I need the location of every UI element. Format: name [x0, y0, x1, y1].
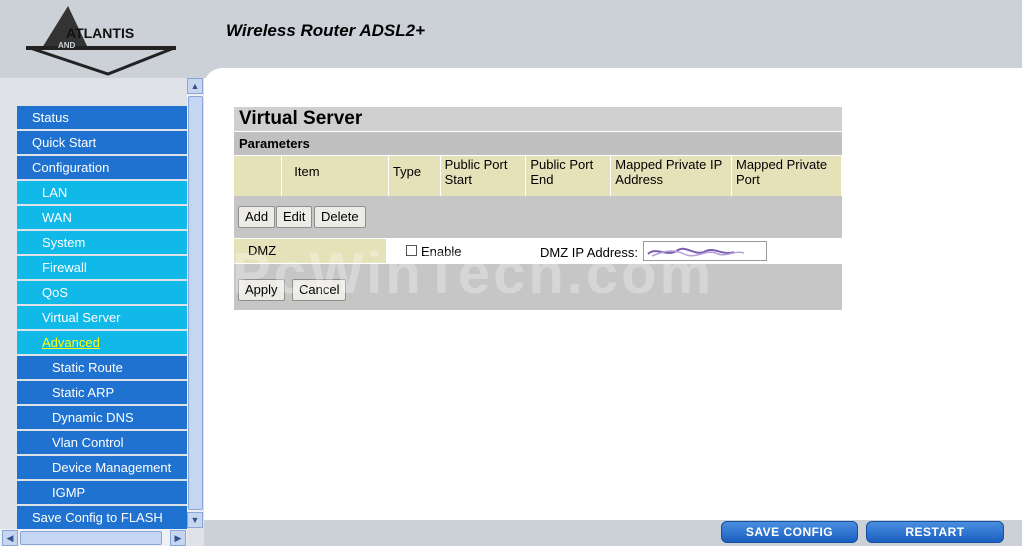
- sidebar-item-status[interactable]: Status: [17, 106, 187, 129]
- virtual-server-table: Item Type Public Port Start Public Port End…: [234, 156, 842, 196]
- sidebar-item-virtual-server[interactable]: Virtual Server: [17, 306, 187, 329]
- scroll-left-arrow-icon[interactable]: ◀: [2, 530, 18, 546]
- sidebar-item-quick-start[interactable]: Quick Start: [17, 131, 187, 154]
- parameters-header: Parameters: [234, 132, 842, 155]
- sidebar-item-igmp[interactable]: IGMP: [17, 481, 187, 504]
- column-header-select: [234, 156, 283, 196]
- sidebar-horizontal-scrollbar[interactable]: ◀ ▶: [0, 529, 187, 546]
- sidebar-item-wan[interactable]: WAN: [17, 206, 187, 229]
- app-title: Wireless Router ADSL2+: [226, 21, 426, 40]
- edit-button[interactable]: Edit: [276, 206, 313, 228]
- page-title: Virtual Server: [234, 107, 842, 131]
- sidebar-nav: Status Quick Start Configuration LAN WAN Syst…: [17, 106, 187, 531]
- save-config-button[interactable]: SAVE CONFIG: [721, 521, 858, 543]
- column-header-mapped-private-ip-address: Mapped Private IP Address: [610, 156, 732, 196]
- scroll-down-arrow-icon[interactable]: ▼: [187, 512, 203, 528]
- logo-text: ATLANTIS: [66, 25, 134, 41]
- sidebar-item-configuration[interactable]: Configuration: [17, 156, 187, 179]
- sidebar-item-static-route[interactable]: Static Route: [17, 356, 187, 379]
- sidebar-item-firewall[interactable]: Firewall: [17, 256, 187, 279]
- sidebar-item-static-arp[interactable]: Static ARP: [17, 381, 187, 404]
- column-header-public-port-end: Public Port End: [525, 156, 612, 196]
- atlantis-logo: ATLANTIS AND: [22, 4, 182, 76]
- vertical-scroll-thumb[interactable]: [188, 96, 203, 510]
- table-header-row: Item Type Public Port Start Public Port End…: [234, 156, 842, 196]
- restart-button[interactable]: RESTART: [866, 521, 1004, 543]
- column-header-item: Item: [281, 156, 389, 196]
- sidebar-item-save-config-to-flash[interactable]: Save Config to FLASH: [17, 506, 187, 529]
- watermark-text: PcWinTech.com: [232, 241, 715, 306]
- sidebar-vertical-scrollbar[interactable]: ▲ ▼: [187, 78, 203, 528]
- column-header-mapped-private-port: Mapped Private Port: [731, 156, 842, 196]
- sidebar-item-dynamic-dns[interactable]: Dynamic DNS: [17, 406, 187, 429]
- sidebar-item-system[interactable]: System: [17, 231, 187, 254]
- sidebar-item-advanced[interactable]: Advanced: [17, 331, 187, 354]
- delete-button[interactable]: Delete: [314, 206, 366, 228]
- sidebar-item-lan[interactable]: LAN: [17, 181, 187, 204]
- scroll-right-arrow-icon[interactable]: ▶: [170, 530, 186, 546]
- logo-subtext: AND: [58, 41, 76, 50]
- scroll-up-arrow-icon[interactable]: ▲: [187, 78, 203, 94]
- add-button[interactable]: Add: [238, 206, 276, 228]
- column-header-type: Type: [388, 156, 441, 196]
- sidebar-item-qos[interactable]: QoS: [17, 281, 187, 304]
- horizontal-scroll-thumb[interactable]: [20, 531, 162, 545]
- sidebar-item-device-management[interactable]: Device Management: [17, 456, 187, 479]
- sidebar-item-vlan-control[interactable]: Vlan Control: [17, 431, 187, 454]
- column-header-public-port-start: Public Port Start: [440, 156, 527, 196]
